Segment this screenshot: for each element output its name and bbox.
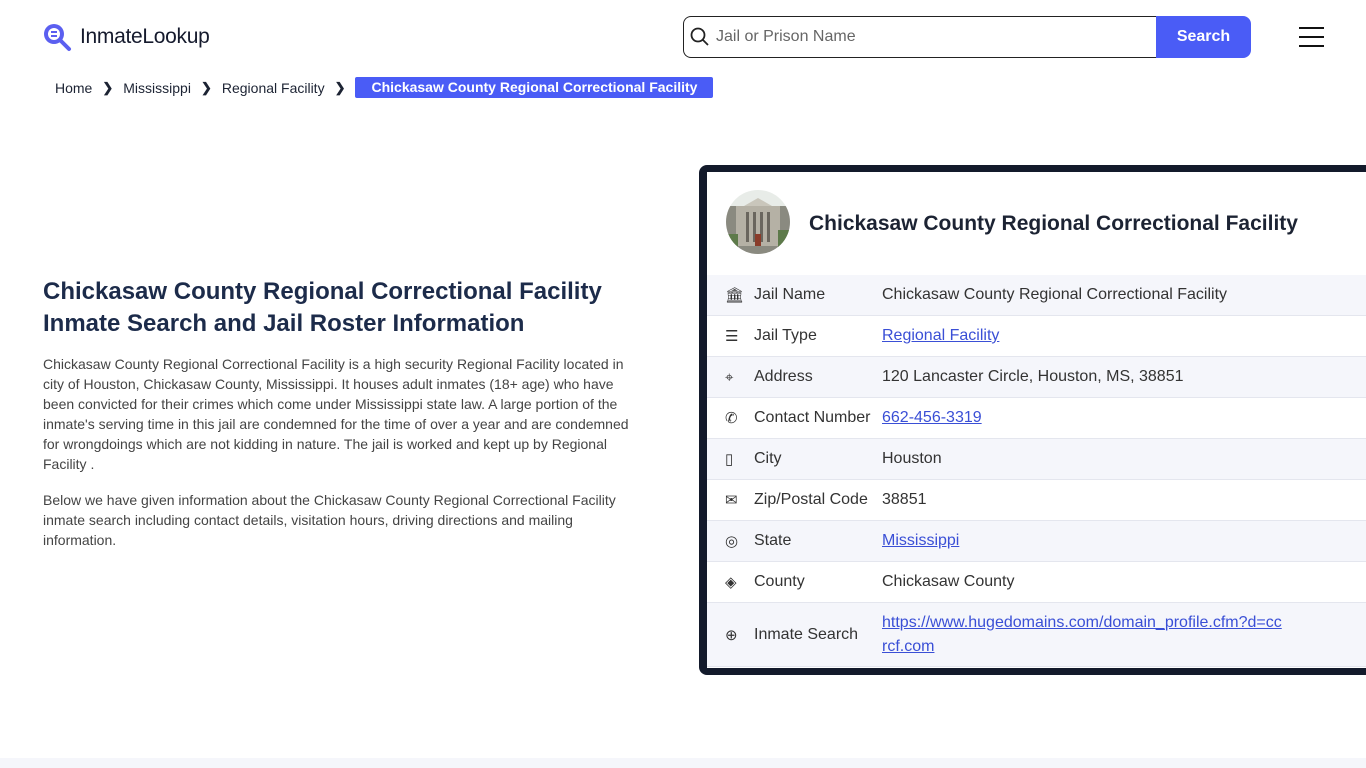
chevron-right-icon: ❯ xyxy=(334,79,346,95)
breadcrumb: Home ❯ Mississippi ❯ Regional Facility ❯ Ch… xyxy=(55,77,714,98)
detail-row: ▯ City Houston xyxy=(707,439,1366,480)
chevron-right-icon: ❯ xyxy=(200,79,212,95)
world-icon: ⊕ xyxy=(725,626,738,644)
detail-row: ✆ Contact Number 662-456-3319 xyxy=(707,398,1366,439)
breadcrumb-type[interactable]: Regional Facility xyxy=(222,80,325,96)
detail-label: County xyxy=(754,573,805,590)
detail-link[interactable]: https://www.hugedomains.com/domain_profi… xyxy=(882,614,1282,655)
detail-label: Inmate Search xyxy=(754,625,859,643)
detail-row: ⌖ Address 120 Lancaster Circle, Houston, M… xyxy=(707,357,1366,398)
phone-icon: ✆ xyxy=(725,410,738,427)
facility-details-table: 🏛 Jail Name Chickasaw County Regional Corr… xyxy=(707,275,1366,667)
chevron-right-icon: ❯ xyxy=(102,79,114,95)
detail-label: Contact Number xyxy=(754,409,871,426)
search-icon xyxy=(690,27,709,46)
detail-label: State xyxy=(754,532,792,549)
magnifier-logo-icon xyxy=(44,24,71,51)
facility-card: Chickasaw County Regional Correctional F… xyxy=(699,165,1366,675)
detail-row: ✉ Zip/Postal Code 38851 xyxy=(707,480,1366,521)
card-title: Chickasaw County Regional Correctional F… xyxy=(809,212,1298,235)
search-input[interactable] xyxy=(683,16,1156,58)
detail-label: Jail Name xyxy=(754,286,826,303)
detail-value: Chickasaw County xyxy=(882,573,1015,590)
search-button[interactable]: Search xyxy=(1156,16,1251,58)
hamburger-menu-icon[interactable] xyxy=(1299,27,1324,54)
detail-label: Address xyxy=(754,368,813,385)
detail-label: Jail Type xyxy=(754,327,817,344)
mail-icon: ✉ xyxy=(725,492,738,509)
detail-link[interactable]: Regional Facility xyxy=(882,327,999,344)
detail-link[interactable]: 662-456-3319 xyxy=(882,409,982,426)
detail-value: Houston xyxy=(882,450,942,467)
detail-label: Zip/Postal Code xyxy=(754,491,868,508)
detail-row: 🏛 Jail Name Chickasaw County Regional Corr… xyxy=(707,275,1366,316)
detail-row: ◈ County Chickasaw County xyxy=(707,562,1366,603)
detail-value: Chickasaw County Regional Correctional F… xyxy=(882,286,1228,303)
detail-row: ◎ State Mississippi xyxy=(707,521,1366,562)
globe-icon: ◎ xyxy=(725,533,739,550)
list-icon: ☰ xyxy=(725,328,739,345)
detail-row: ☰ Jail Type Regional Facility xyxy=(707,316,1366,357)
logo-text: InmateLookup xyxy=(80,25,210,48)
logo[interactable]: InmateLookup xyxy=(42,22,210,52)
breadcrumb-home[interactable]: Home xyxy=(55,80,92,96)
breadcrumb-state[interactable]: Mississippi xyxy=(123,80,191,96)
intro-paragraph: Chickasaw County Regional Correctional F… xyxy=(43,356,629,472)
info-paragraph: Below we have given information about th… xyxy=(43,492,616,548)
facility-photo xyxy=(726,190,790,254)
map-pin-icon: ⌖ xyxy=(725,368,734,386)
detail-value: 120 Lancaster Circle, Houston, MS, 38851 xyxy=(882,368,1184,385)
detail-row: ⊕ Inmate Search https://www.hugedomains.co… xyxy=(707,603,1366,667)
footer-strip xyxy=(0,758,1366,768)
county-icon: ◈ xyxy=(725,574,737,591)
bank-icon: 🏛 xyxy=(725,287,745,304)
page-title: Chickasaw County Regional Correctional F… xyxy=(43,278,602,337)
detail-label: City xyxy=(754,450,782,467)
map-icon: ▯ xyxy=(725,451,734,468)
breadcrumb-current: Chickasaw County Regional Correctional F… xyxy=(355,77,714,98)
search-bar: Search xyxy=(683,16,1251,58)
detail-value: 38851 xyxy=(882,491,927,508)
detail-link[interactable]: Mississippi xyxy=(882,532,959,549)
